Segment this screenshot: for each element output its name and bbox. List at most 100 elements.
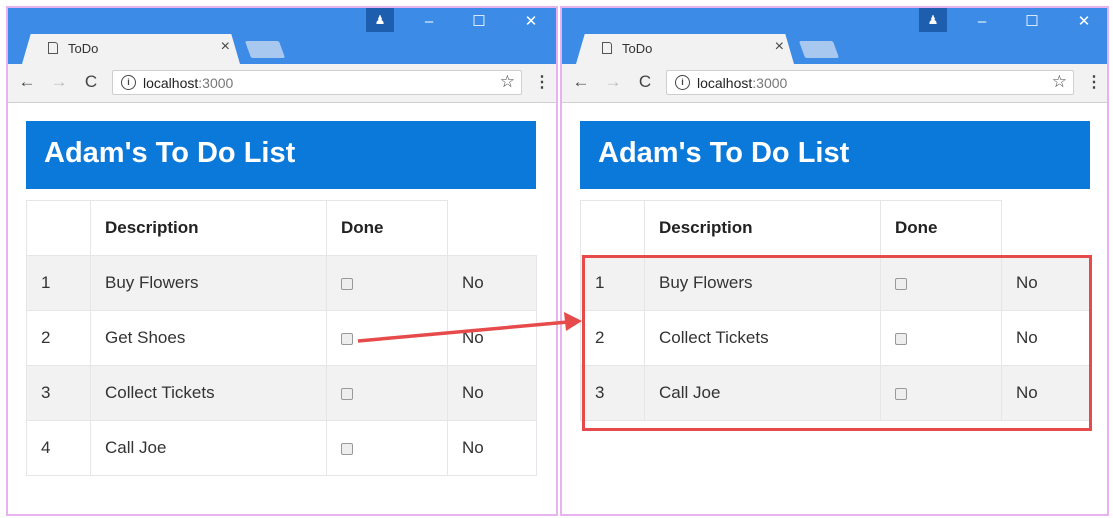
page-content: Adam's To Do List Description Done 1 Buy… bbox=[562, 103, 1107, 514]
status-header bbox=[448, 201, 537, 256]
row-description: Call Joe bbox=[90, 420, 327, 476]
info-icon[interactable]: i bbox=[675, 75, 690, 90]
row-status: No bbox=[447, 365, 537, 421]
row-number: 1 bbox=[26, 255, 91, 311]
star-icon[interactable]: ☆ bbox=[500, 72, 515, 92]
todo-table: Description Done 1 Buy Flowers No 2 Get … bbox=[26, 200, 537, 476]
row-number: 3 bbox=[580, 365, 645, 421]
new-tab-button[interactable] bbox=[798, 41, 840, 58]
table-row: 2 Get Shoes No bbox=[26, 310, 537, 366]
todo-table: Description Done 1 Buy Flowers No 2 Coll… bbox=[580, 200, 1091, 421]
table-row: 1 Buy Flowers No bbox=[580, 255, 1091, 311]
done-header: Done bbox=[326, 200, 448, 256]
browser-window-left: ToDo × ♟ – ☐ ✕ ← → C i localhost:3000 ☆ … bbox=[6, 6, 558, 516]
page-content: Adam's To Do List Description Done 1 Buy… bbox=[8, 103, 556, 514]
row-status: No bbox=[447, 310, 537, 366]
done-cell bbox=[880, 310, 1002, 366]
reload-icon[interactable]: C bbox=[80, 72, 102, 92]
table-row: 4 Call Joe No bbox=[26, 420, 537, 476]
back-arrow-icon[interactable]: ← bbox=[16, 72, 38, 92]
row-number: 1 bbox=[580, 255, 645, 311]
url-text: localhost:3000 bbox=[143, 75, 234, 91]
row-number: 3 bbox=[26, 365, 91, 421]
row-description: Call Joe bbox=[644, 365, 881, 421]
row-description: Collect Tickets bbox=[90, 365, 327, 421]
minimize-icon[interactable]: – bbox=[967, 10, 997, 34]
done-cell bbox=[880, 255, 1002, 311]
new-tab-button[interactable] bbox=[244, 41, 286, 58]
row-status: No bbox=[447, 255, 537, 311]
browser-window-right: ToDo × ♟ – ☐ ✕ ← → C i localhost:3000 ☆ … bbox=[560, 6, 1109, 516]
done-cell bbox=[880, 365, 1002, 421]
window-close-icon[interactable]: ✕ bbox=[516, 10, 546, 34]
row-number: 2 bbox=[580, 310, 645, 366]
reload-icon[interactable]: C bbox=[634, 72, 656, 92]
done-cell bbox=[326, 310, 448, 366]
done-checkbox[interactable] bbox=[341, 277, 353, 290]
document-icon bbox=[48, 42, 58, 54]
row-status: No bbox=[1001, 310, 1091, 366]
star-icon[interactable]: ☆ bbox=[1052, 72, 1067, 92]
browser-tab[interactable]: ToDo × bbox=[576, 34, 794, 64]
done-cell bbox=[326, 420, 448, 476]
forward-arrow-icon[interactable]: → bbox=[48, 72, 70, 92]
table-header-row: Description Done bbox=[26, 200, 537, 256]
done-header: Done bbox=[880, 200, 1002, 256]
forward-arrow-icon[interactable]: → bbox=[602, 72, 624, 92]
status-header bbox=[1002, 201, 1091, 256]
description-header: Description bbox=[644, 200, 881, 256]
close-icon[interactable]: × bbox=[775, 38, 784, 56]
row-description: Collect Tickets bbox=[644, 310, 881, 366]
done-checkbox[interactable] bbox=[341, 442, 353, 455]
profile-icon[interactable]: ♟ bbox=[919, 8, 947, 32]
row-number: 4 bbox=[26, 420, 91, 476]
done-checkbox[interactable] bbox=[895, 387, 907, 400]
table-row: 3 Call Joe No bbox=[580, 365, 1091, 421]
address-bar[interactable]: i localhost:3000 ☆ bbox=[112, 70, 522, 95]
browser-toolbar: ← → C i localhost:3000 ☆ ⋮ bbox=[562, 64, 1107, 103]
done-cell bbox=[326, 365, 448, 421]
tab-title: ToDo bbox=[68, 41, 99, 56]
title-bar: ToDo × ♟ – ☐ ✕ bbox=[8, 8, 556, 64]
close-icon[interactable]: × bbox=[221, 38, 230, 56]
window-close-icon[interactable]: ✕ bbox=[1069, 10, 1099, 34]
number-header bbox=[580, 200, 645, 256]
table-row: 3 Collect Tickets No bbox=[26, 365, 537, 421]
row-status: No bbox=[1001, 365, 1091, 421]
address-bar[interactable]: i localhost:3000 ☆ bbox=[666, 70, 1074, 95]
page-header: Adam's To Do List bbox=[26, 121, 536, 189]
table-row: 2 Collect Tickets No bbox=[580, 310, 1091, 366]
table-header-row: Description Done bbox=[580, 200, 1091, 256]
table-row: 1 Buy Flowers No bbox=[26, 255, 537, 311]
page-title: Adam's To Do List bbox=[598, 137, 850, 169]
url-text: localhost:3000 bbox=[697, 75, 788, 91]
description-header: Description bbox=[90, 200, 327, 256]
menu-dots-icon[interactable]: ⋮ bbox=[534, 72, 550, 92]
page-title: Adam's To Do List bbox=[44, 137, 296, 169]
page-header: Adam's To Do List bbox=[580, 121, 1090, 189]
done-checkbox[interactable] bbox=[341, 387, 353, 400]
row-description: Buy Flowers bbox=[644, 255, 881, 311]
profile-icon[interactable]: ♟ bbox=[366, 8, 394, 32]
done-checkbox[interactable] bbox=[895, 277, 907, 290]
browser-tab[interactable]: ToDo × bbox=[22, 34, 240, 64]
row-status: No bbox=[1001, 255, 1091, 311]
number-header bbox=[26, 200, 91, 256]
row-number: 2 bbox=[26, 310, 91, 366]
browser-toolbar: ← → C i localhost:3000 ☆ ⋮ bbox=[8, 64, 556, 103]
maximize-icon[interactable]: ☐ bbox=[1017, 10, 1047, 34]
document-icon bbox=[602, 42, 612, 54]
back-arrow-icon[interactable]: ← bbox=[570, 72, 592, 92]
menu-dots-icon[interactable]: ⋮ bbox=[1086, 72, 1102, 92]
done-checkbox[interactable] bbox=[341, 332, 353, 345]
done-checkbox[interactable] bbox=[895, 332, 907, 345]
maximize-icon[interactable]: ☐ bbox=[464, 10, 494, 34]
done-cell bbox=[326, 255, 448, 311]
row-status: No bbox=[447, 420, 537, 476]
title-bar: ToDo × ♟ – ☐ ✕ bbox=[562, 8, 1107, 64]
minimize-icon[interactable]: – bbox=[414, 10, 444, 34]
tab-title: ToDo bbox=[622, 41, 653, 56]
row-description: Buy Flowers bbox=[90, 255, 327, 311]
info-icon[interactable]: i bbox=[121, 75, 136, 90]
row-description: Get Shoes bbox=[90, 310, 327, 366]
